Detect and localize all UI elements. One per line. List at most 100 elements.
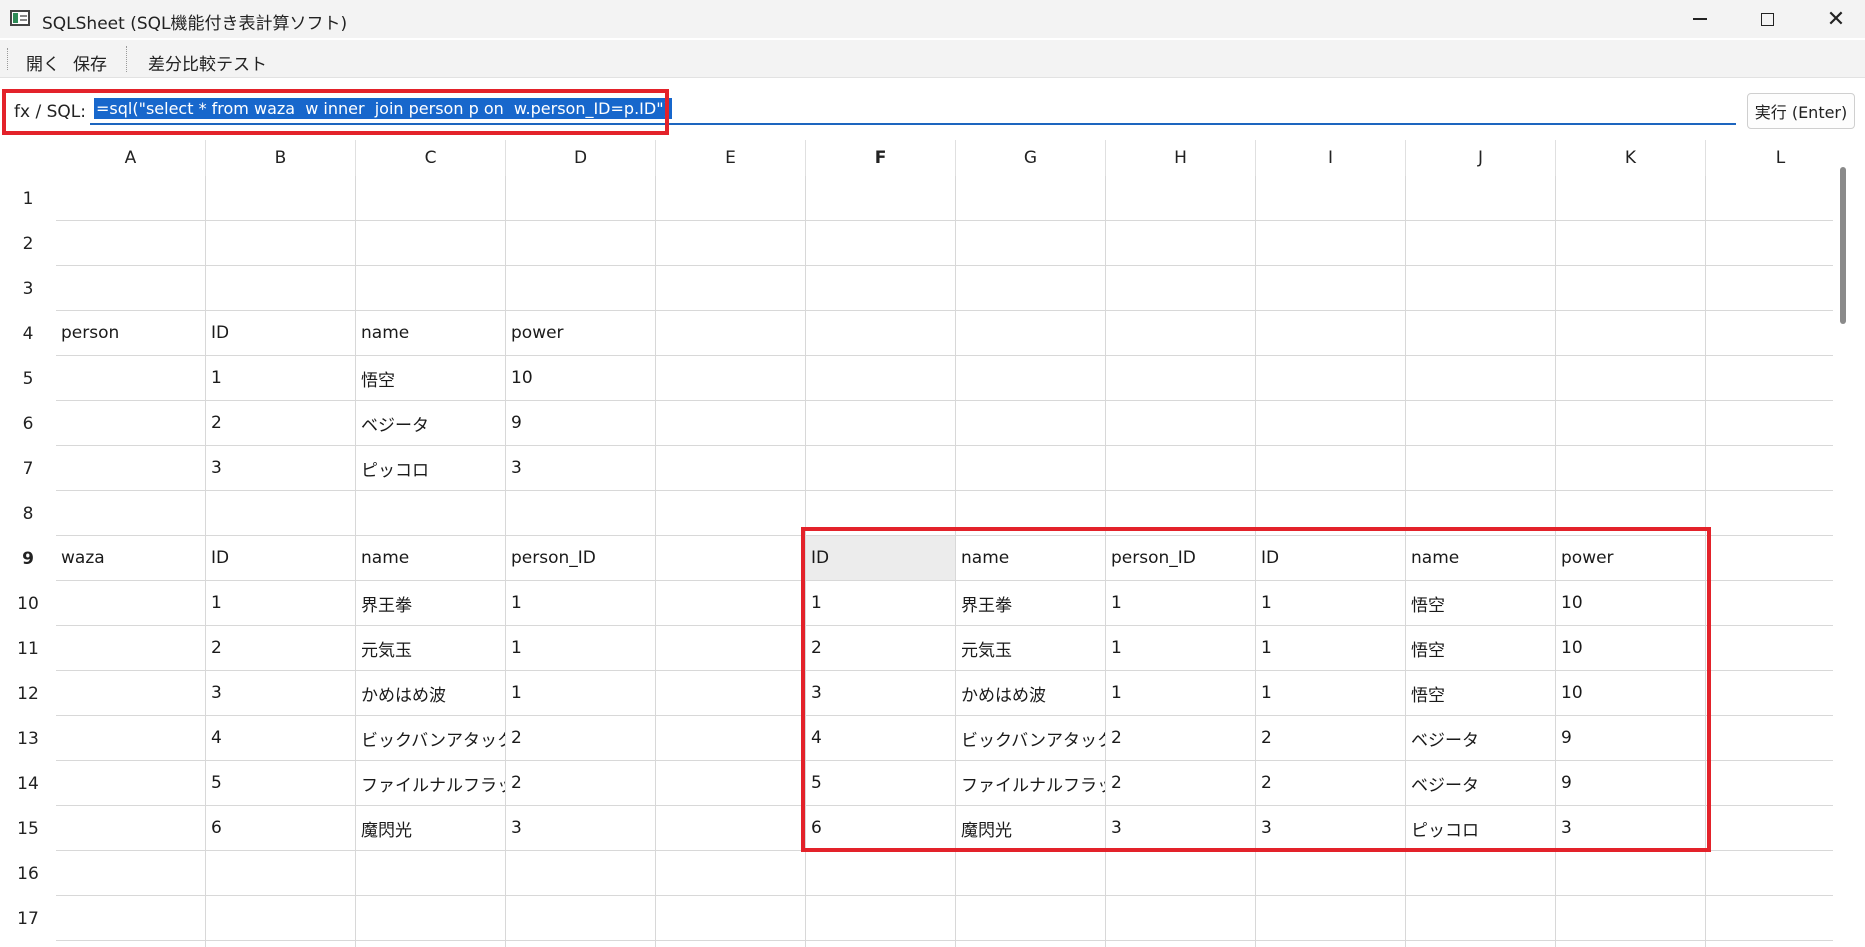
cell-a13[interactable] (56, 716, 206, 761)
cell-e15[interactable] (656, 806, 806, 851)
cell-k13[interactable]: 9 (1556, 716, 1706, 761)
cell-k14[interactable]: 9 (1556, 761, 1706, 806)
cell-i8[interactable] (1256, 491, 1406, 536)
row-header-12[interactable]: 12 (0, 671, 56, 716)
cell-c13[interactable]: ビックバンアタック (356, 716, 506, 761)
cell-b13[interactable]: 4 (206, 716, 356, 761)
cell-d3[interactable] (506, 266, 656, 311)
cell-d16[interactable] (506, 851, 656, 896)
cell-l9[interactable] (1706, 536, 1833, 581)
row-header-11[interactable]: 11 (0, 626, 56, 671)
cell-j14[interactable]: ベジータ (1406, 761, 1556, 806)
row-header-14[interactable]: 14 (0, 761, 56, 806)
cell-h16[interactable] (1106, 851, 1256, 896)
cell-k9[interactable]: power (1556, 536, 1706, 581)
cell-b11[interactable]: 2 (206, 626, 356, 671)
cell-l7[interactable] (1706, 446, 1833, 491)
cell-h15[interactable]: 3 (1106, 806, 1256, 851)
cell-e9[interactable] (656, 536, 806, 581)
cell-h2[interactable] (1106, 221, 1256, 266)
cell-b18[interactable] (206, 941, 356, 947)
cell-f2[interactable] (806, 221, 956, 266)
cell-g15[interactable]: 魔閃光 (956, 806, 1106, 851)
cell-l12[interactable] (1706, 671, 1833, 716)
cell-h10[interactable]: 1 (1106, 581, 1256, 626)
cell-b8[interactable] (206, 491, 356, 536)
cell-c6[interactable]: ベジータ (356, 401, 506, 446)
cell-e12[interactable] (656, 671, 806, 716)
close-button[interactable]: ✕ (1806, 0, 1865, 38)
cell-i16[interactable] (1256, 851, 1406, 896)
row-header-4[interactable]: 4 (0, 311, 56, 356)
cell-c1[interactable] (356, 176, 506, 221)
cell-a8[interactable] (56, 491, 206, 536)
cell-l11[interactable] (1706, 626, 1833, 671)
cell-g14[interactable]: ファイルナルフラッ... (956, 761, 1106, 806)
run-button[interactable]: 実行 (Enter) (1747, 93, 1855, 129)
cell-b2[interactable] (206, 221, 356, 266)
cell-c12[interactable]: かめはめ波 (356, 671, 506, 716)
cell-l17[interactable] (1706, 896, 1833, 941)
minimize-button[interactable] (1670, 0, 1730, 38)
cell-d12[interactable]: 1 (506, 671, 656, 716)
cell-c9[interactable]: name (356, 536, 506, 581)
column-header-l[interactable]: L (1706, 140, 1833, 176)
cell-d1[interactable] (506, 176, 656, 221)
cell-b5[interactable]: 1 (206, 356, 356, 401)
cell-f14[interactable]: 5 (806, 761, 956, 806)
column-header-j[interactable]: J (1406, 140, 1556, 176)
cell-i6[interactable] (1256, 401, 1406, 446)
cell-g10[interactable]: 界王拳 (956, 581, 1106, 626)
cell-a3[interactable] (56, 266, 206, 311)
cell-j1[interactable] (1406, 176, 1556, 221)
cell-c16[interactable] (356, 851, 506, 896)
cell-j10[interactable]: 悟空 (1406, 581, 1556, 626)
cell-l8[interactable] (1706, 491, 1833, 536)
cell-c8[interactable] (356, 491, 506, 536)
cell-k8[interactable] (1556, 491, 1706, 536)
cell-a15[interactable] (56, 806, 206, 851)
cell-c11[interactable]: 元気玉 (356, 626, 506, 671)
cell-h5[interactable] (1106, 356, 1256, 401)
cell-f4[interactable] (806, 311, 956, 356)
column-header-f[interactable]: F (806, 140, 956, 176)
row-header-13[interactable]: 13 (0, 716, 56, 761)
cell-f7[interactable] (806, 446, 956, 491)
cell-d4[interactable]: power (506, 311, 656, 356)
cell-i7[interactable] (1256, 446, 1406, 491)
column-header-b[interactable]: B (206, 140, 356, 176)
cell-f8[interactable] (806, 491, 956, 536)
row-header-6[interactable]: 6 (0, 401, 56, 446)
cell-f10[interactable]: 1 (806, 581, 956, 626)
column-header-c[interactable]: C (356, 140, 506, 176)
cell-e11[interactable] (656, 626, 806, 671)
row-header-7[interactable]: 7 (0, 446, 56, 491)
cell-a18[interactable] (56, 941, 206, 947)
cell-h9[interactable]: person_ID (1106, 536, 1256, 581)
cell-k10[interactable]: 10 (1556, 581, 1706, 626)
cell-k3[interactable] (1556, 266, 1706, 311)
cell-f1[interactable] (806, 176, 956, 221)
cell-g2[interactable] (956, 221, 1106, 266)
cell-e8[interactable] (656, 491, 806, 536)
cell-g1[interactable] (956, 176, 1106, 221)
cell-h17[interactable] (1106, 896, 1256, 941)
cell-d11[interactable]: 1 (506, 626, 656, 671)
grid-corner[interactable] (0, 140, 56, 176)
column-header-g[interactable]: G (956, 140, 1106, 176)
cell-k17[interactable] (1556, 896, 1706, 941)
cell-k11[interactable]: 10 (1556, 626, 1706, 671)
column-header-d[interactable]: D (506, 140, 656, 176)
cell-b12[interactable]: 3 (206, 671, 356, 716)
cell-e4[interactable] (656, 311, 806, 356)
cell-k1[interactable] (1556, 176, 1706, 221)
cell-i10[interactable]: 1 (1256, 581, 1406, 626)
cell-k2[interactable] (1556, 221, 1706, 266)
cell-d2[interactable] (506, 221, 656, 266)
cell-g13[interactable]: ビックバンアタック (956, 716, 1106, 761)
cell-j9[interactable]: name (1406, 536, 1556, 581)
cell-e16[interactable] (656, 851, 806, 896)
row-header-8[interactable]: 8 (0, 491, 56, 536)
cell-d7[interactable]: 3 (506, 446, 656, 491)
cell-e14[interactable] (656, 761, 806, 806)
